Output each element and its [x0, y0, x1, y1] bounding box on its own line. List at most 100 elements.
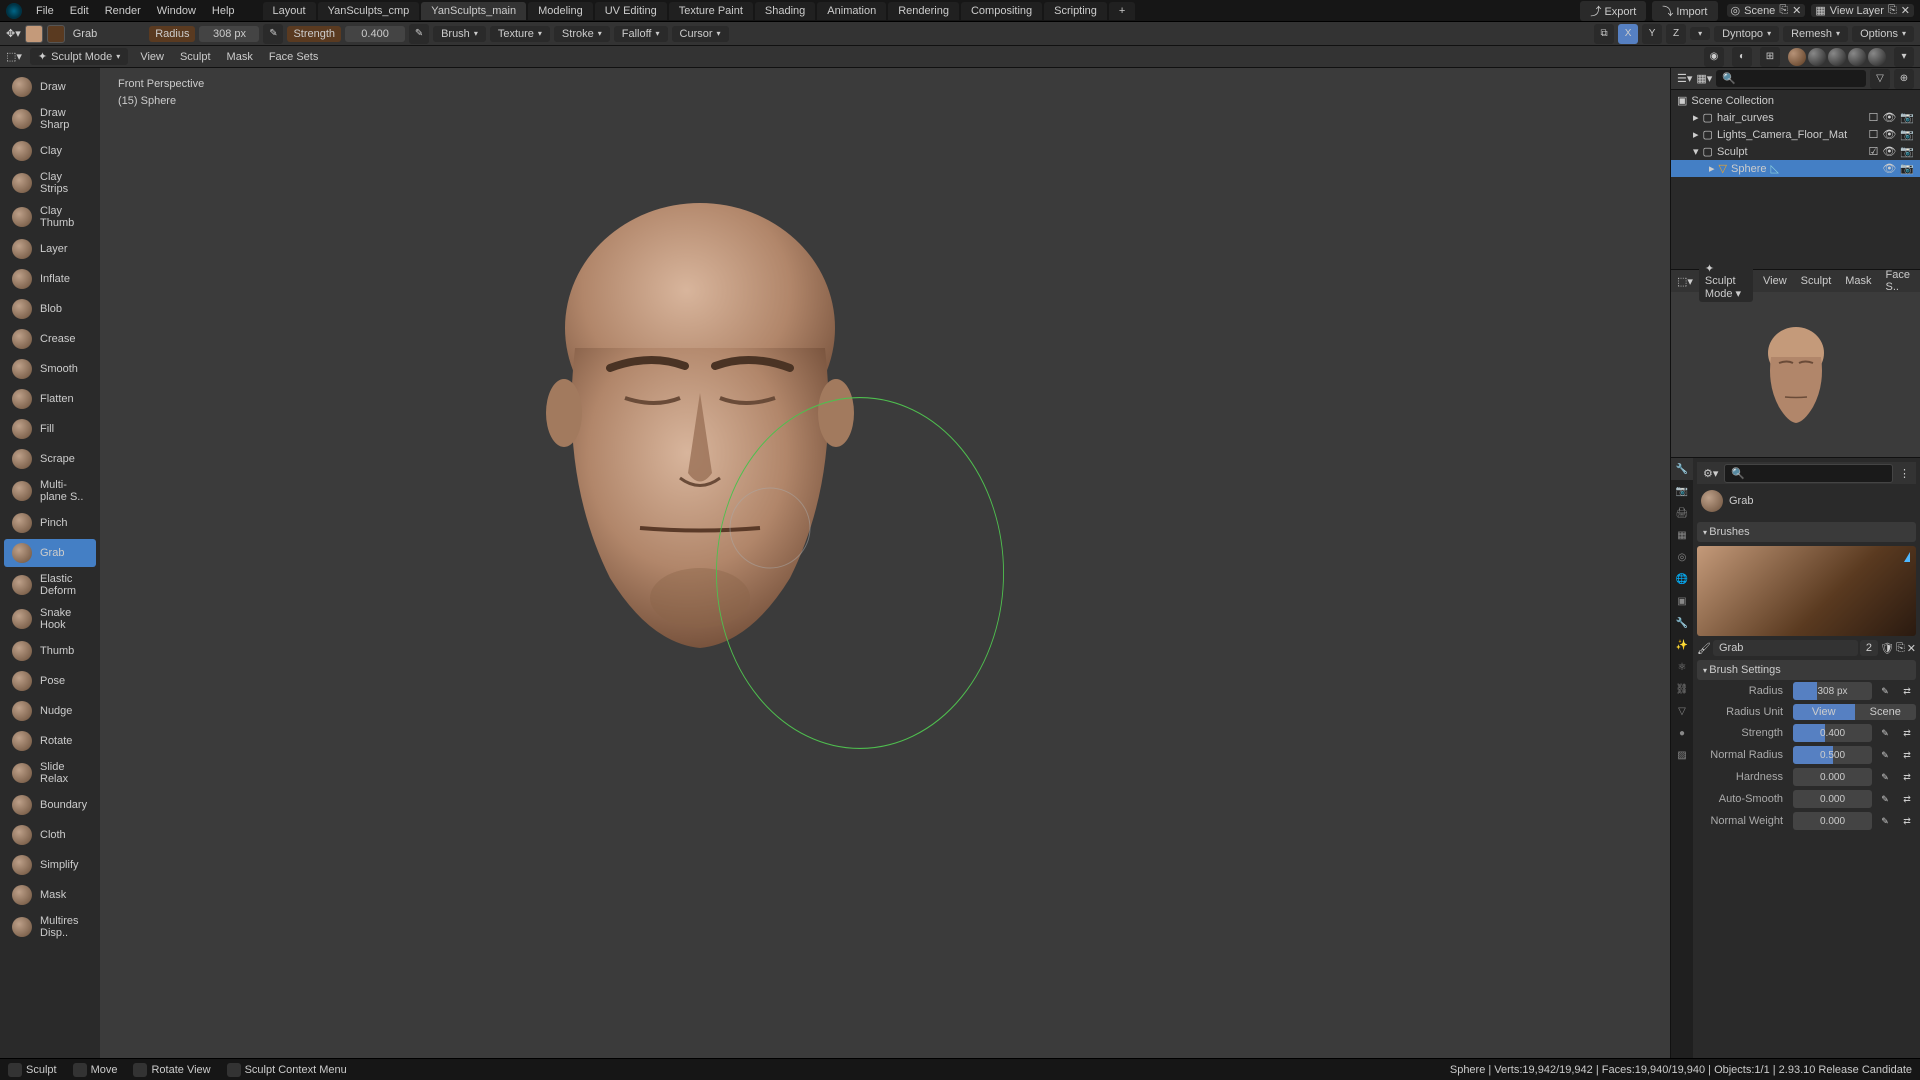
brush-clay-thumb[interactable]: Clay Thumb: [4, 201, 96, 233]
xray-toggle-icon[interactable]: ⊞: [1760, 47, 1780, 67]
workspace-tab-active[interactable]: YanSculpts_main: [421, 2, 526, 20]
header-menu-view[interactable]: View: [1759, 275, 1791, 287]
mode-selector[interactable]: ✦ Sculpt Mode ▾: [1699, 260, 1753, 302]
symmetry-icon[interactable]: ⧉: [1594, 24, 1614, 44]
brush-crease[interactable]: Crease: [4, 325, 96, 353]
outliner-collection[interactable]: ▸ ▢ hair_curves ☐👁📷: [1671, 109, 1920, 126]
brush-mask[interactable]: Mask: [4, 881, 96, 909]
setting-extra-icon[interactable]: ⇄: [1898, 812, 1916, 830]
remesh-dropdown[interactable]: Remesh: [1783, 26, 1848, 42]
brush-multires-disp-[interactable]: Multires Disp..: [4, 911, 96, 943]
pressure-toggle-icon[interactable]: ✎: [1876, 812, 1894, 830]
exclude-icon[interactable]: ☐: [1868, 128, 1878, 141]
brush-thumb[interactable]: Thumb: [4, 637, 96, 665]
menu-help[interactable]: Help: [204, 5, 243, 17]
fake-user-icon[interactable]: 🛡: [1880, 642, 1894, 655]
outliner-new-collection-icon[interactable]: ⊕: [1894, 69, 1914, 89]
properties-options-icon[interactable]: ⋮: [1899, 467, 1910, 480]
secondary-viewport-canvas[interactable]: [1671, 292, 1920, 457]
header-menu-view[interactable]: View: [136, 51, 168, 63]
brush-layer[interactable]: Layer: [4, 235, 96, 263]
setting-slider[interactable]: 0.400: [1793, 724, 1872, 742]
brush-smooth[interactable]: Smooth: [4, 355, 96, 383]
outliner-display-mode-icon[interactable]: ▦▾: [1696, 72, 1712, 85]
brush-clay[interactable]: Clay: [4, 137, 96, 165]
properties-tab-world[interactable]: 🌐: [1671, 568, 1693, 590]
primary-color-swatch[interactable]: [25, 25, 43, 43]
setting-extra-icon[interactable]: ⇄: [1898, 682, 1916, 700]
mirror-x-button[interactable]: X: [1618, 24, 1638, 44]
brush-clay-strips[interactable]: Clay Strips: [4, 167, 96, 199]
properties-tab-texture[interactable]: ▨: [1671, 744, 1693, 766]
toggle-option[interactable]: View: [1793, 704, 1855, 720]
outliner-collection[interactable]: ▾ ▢ Sculpt ☑👁📷: [1671, 143, 1920, 160]
radius-unit-toggle[interactable]: ViewScene: [1793, 704, 1916, 720]
workspace-tab[interactable]: Shading: [755, 2, 815, 20]
radius-value[interactable]: 308 px: [199, 26, 259, 42]
menu-window[interactable]: Window: [149, 5, 204, 17]
strength-field[interactable]: Strength: [287, 26, 341, 42]
header-menu-sculpt[interactable]: Sculpt: [1797, 275, 1836, 287]
import-button[interactable]: ⤵ Import: [1652, 1, 1717, 21]
brush-flatten[interactable]: Flatten: [4, 385, 96, 413]
outliner-filter-icon[interactable]: ▽: [1870, 69, 1890, 89]
radius-pressure-icon[interactable]: ✎: [263, 24, 283, 44]
secondary-color-swatch[interactable]: [47, 25, 65, 43]
properties-tab-tool[interactable]: 🔧: [1671, 458, 1693, 480]
brush-inflate[interactable]: Inflate: [4, 265, 96, 293]
stroke-dropdown[interactable]: Stroke: [554, 26, 610, 42]
properties-tab-modifiers[interactable]: 🔧: [1671, 612, 1693, 634]
header-menu-facesets[interactable]: Face S..: [1882, 269, 1914, 293]
setting-extra-icon[interactable]: ⇄: [1898, 768, 1916, 786]
properties-tab-object[interactable]: ▣: [1671, 590, 1693, 612]
mirror-y-button[interactable]: Y: [1642, 24, 1662, 44]
workspace-tab[interactable]: Animation: [817, 2, 886, 20]
workspace-tab[interactable]: Rendering: [888, 2, 959, 20]
render-icon[interactable]: 📷: [1900, 145, 1914, 158]
brushes-section-header[interactable]: Brushes: [1697, 522, 1916, 542]
header-menu-mask[interactable]: Mask: [1841, 275, 1875, 287]
brush-snake-hook[interactable]: Snake Hook: [4, 603, 96, 635]
editor-type-icon[interactable]: ⬚▾: [1677, 275, 1693, 288]
shading-solid-icon[interactable]: [1828, 48, 1846, 66]
shading-material-icon[interactable]: [1848, 48, 1866, 66]
workspace-tab[interactable]: UV Editing: [595, 2, 667, 20]
symmetry-options-dropdown[interactable]: [1690, 27, 1710, 40]
workspace-tab[interactable]: Modeling: [528, 2, 593, 20]
falloff-dropdown[interactable]: Falloff: [614, 26, 668, 42]
workspace-tab[interactable]: Compositing: [961, 2, 1042, 20]
scene-name[interactable]: Scene: [1744, 5, 1775, 17]
setting-slider[interactable]: 0.000: [1793, 812, 1872, 830]
brush-users-count[interactable]: 2: [1860, 640, 1878, 656]
brush-settings-section-header[interactable]: Brush Settings: [1697, 660, 1916, 680]
outliner-scene-collection[interactable]: ▣ Scene Collection: [1671, 92, 1920, 109]
editor-type-icon[interactable]: ⬚▾: [6, 50, 22, 63]
3d-viewport[interactable]: Front Perspective (15) Sphere: [100, 68, 1670, 1058]
brush-boundary[interactable]: Boundary: [4, 791, 96, 819]
properties-search-input[interactable]: 🔍: [1724, 464, 1893, 483]
brush-rotate[interactable]: Rotate: [4, 727, 96, 755]
brush-nudge[interactable]: Nudge: [4, 697, 96, 725]
brush-cloth[interactable]: Cloth: [4, 821, 96, 849]
shading-rendered-icon[interactable]: [1868, 48, 1886, 66]
menu-render[interactable]: Render: [97, 5, 149, 17]
pressure-toggle-icon[interactable]: ✎: [1876, 724, 1894, 742]
properties-tab-output[interactable]: 🖨: [1671, 502, 1693, 524]
brush-pinch[interactable]: Pinch: [4, 509, 96, 537]
texture-dropdown[interactable]: Texture: [490, 26, 550, 42]
delete-scene-icon[interactable]: ✕: [1792, 4, 1801, 17]
setting-extra-icon[interactable]: ⇄: [1898, 746, 1916, 764]
setting-slider[interactable]: 0.000: [1793, 790, 1872, 808]
cursor-dropdown[interactable]: Cursor: [672, 26, 729, 42]
gizmo-toggle-icon[interactable]: ◉: [1704, 47, 1724, 67]
strength-pressure-icon[interactable]: ✎: [409, 24, 429, 44]
properties-editor-icon[interactable]: ⚙▾: [1703, 467, 1718, 480]
brush-draw[interactable]: Draw: [4, 73, 96, 101]
properties-tab-scene[interactable]: ◎: [1671, 546, 1693, 568]
header-menu-sculpt[interactable]: Sculpt: [176, 51, 215, 63]
render-icon[interactable]: 📷: [1900, 128, 1914, 141]
workspace-tab[interactable]: YanSculpts_cmp: [318, 2, 420, 20]
properties-tab-particles[interactable]: ✨: [1671, 634, 1693, 656]
pressure-toggle-icon[interactable]: ✎: [1876, 790, 1894, 808]
viewlayer-selector[interactable]: ▦ View Layer ⎘ ✕: [1811, 4, 1914, 17]
